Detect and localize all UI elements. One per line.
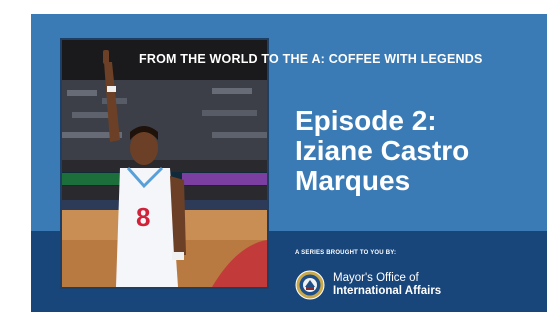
episode-title-line-3: Marques bbox=[295, 165, 411, 196]
episode-title: Episode 2: Iziane Castro Marques bbox=[295, 106, 469, 196]
basketball-player-photo: 8 bbox=[62, 40, 267, 287]
episode-title-line-1: Episode 2: bbox=[295, 105, 437, 136]
series-label: A SERIES BROUGHT TO YOU BY: bbox=[295, 250, 397, 256]
player-photo: 8 bbox=[60, 38, 269, 289]
promo-card: 8 FROM THE WORLD TO THE A: COFFEE WITH L… bbox=[31, 14, 547, 312]
jersey-number: 8 bbox=[136, 202, 150, 232]
sponsor-name-line-1: Mayor's Office of bbox=[333, 272, 419, 284]
sponsor-name-line-2: International Affairs bbox=[333, 285, 442, 297]
sponsor-name: Mayor's Office of International Affairs bbox=[333, 272, 441, 298]
city-seal-icon bbox=[295, 270, 325, 300]
episode-title-line-2: Iziane Castro bbox=[295, 135, 470, 166]
series-banner: FROM THE WORLD TO THE A: COFFEE WITH LEG… bbox=[139, 52, 483, 66]
